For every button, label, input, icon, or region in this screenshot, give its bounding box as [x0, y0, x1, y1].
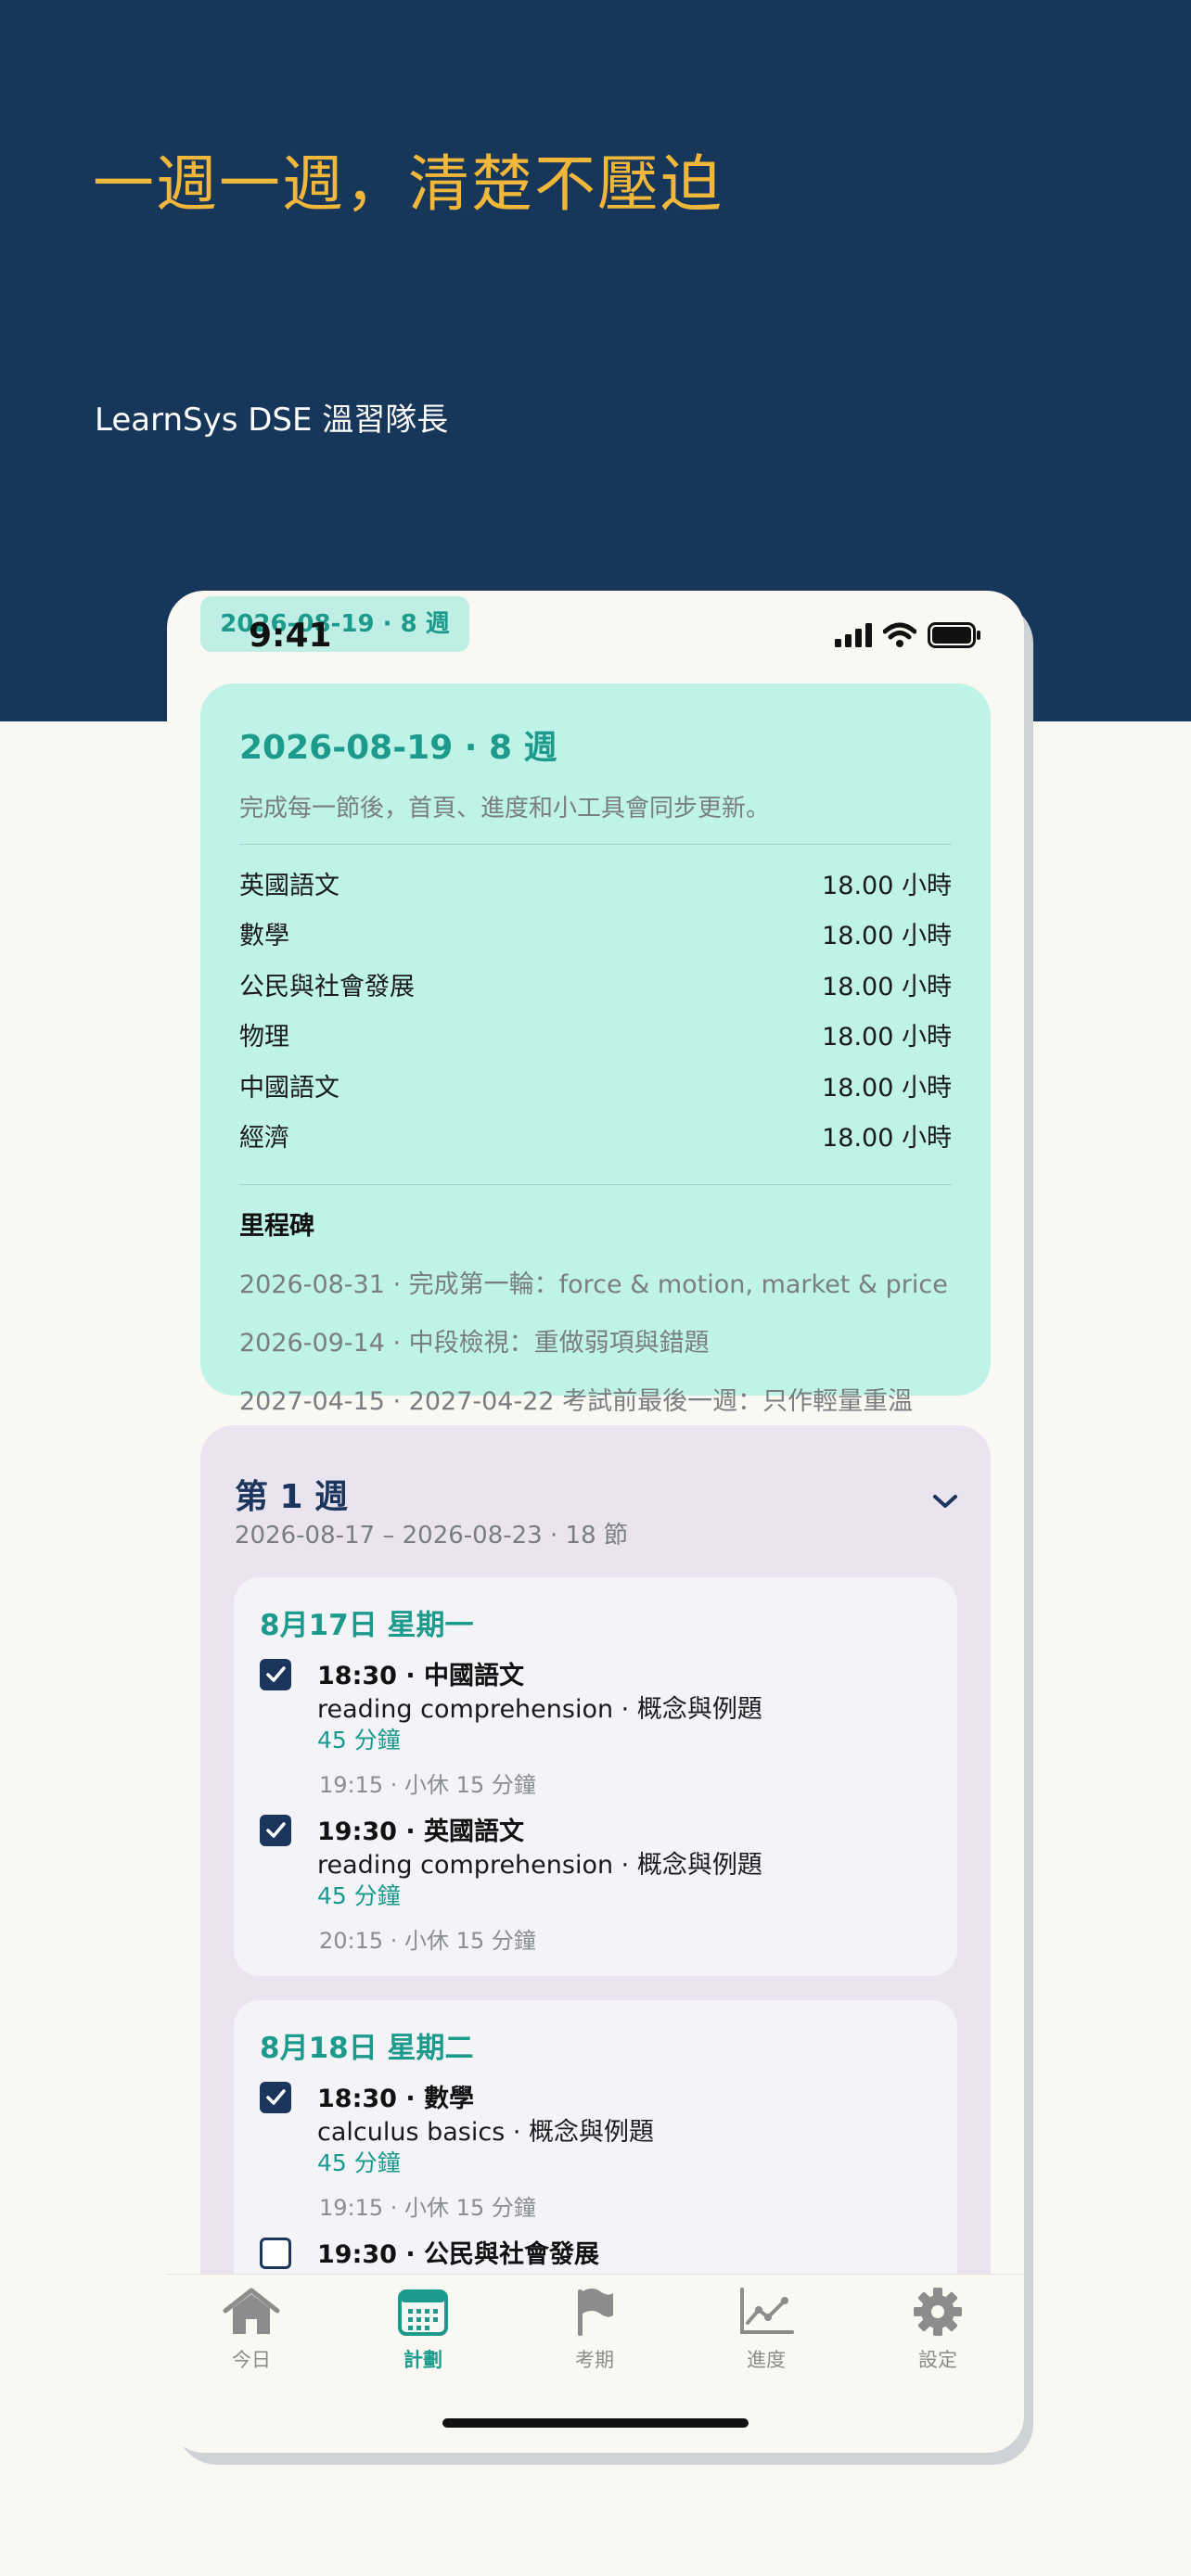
plan-summary-card: 2026-08-19 · 8 週 完成每一節後，首頁、進度和小工具會同步更新。 … — [200, 683, 991, 1416]
session-break: 19:15 · 小休 15 分鐘 — [319, 1772, 536, 1798]
subject-name: 中國語文 — [239, 1073, 339, 1103]
week-title: 第 1 週 — [235, 1478, 349, 1516]
session-item[interactable]: 19:30 · 英國語文 reading comprehension · 概念與… — [260, 1811, 946, 1954]
subject-hours: 18.00 小時 — [822, 1073, 952, 1103]
home-icon — [223, 2288, 280, 2334]
session-topic: reading comprehension · 概念與例題 — [317, 1851, 762, 1880]
tab-settings-label: 設定 — [918, 2349, 957, 2371]
tab-plan[interactable]: 計劃 — [367, 2286, 479, 2373]
tab-bar: 今日 計劃 考期 進度 設定 — [167, 2274, 1024, 2453]
status-time: 9:41 — [249, 617, 332, 655]
chevron-down-icon[interactable] — [931, 1492, 959, 1511]
flag-icon — [578, 2289, 613, 2336]
session-title: 19:30 · 英國語文 — [317, 1817, 525, 1846]
chart-icon — [740, 2288, 794, 2334]
nav-title-pill: 2026-08-19 · 8 週 — [200, 596, 469, 652]
tab-today-label: 今日 — [232, 2349, 271, 2371]
session-item[interactable]: 18:30 · 數學 calculus basics · 概念與例題 45 分鐘… — [260, 2078, 946, 2221]
session-break: 19:15 · 小休 15 分鐘 — [319, 2195, 536, 2221]
subject-hours-list: 英國語文 18.00 小時 數學 18.00 小時 公民與社會發展 18.00 小時 … — [239, 861, 952, 1164]
session-title: 19:30 · 公民與社會發展 — [317, 2240, 600, 2269]
tab-progress-label: 進度 — [747, 2349, 786, 2371]
subject-name: 數學 — [239, 922, 289, 951]
checkmark-icon — [266, 1822, 286, 1838]
session-break: 20:15 · 小休 15 分鐘 — [319, 1928, 536, 1954]
tab-settings[interactable]: 設定 — [882, 2286, 993, 2373]
subject-hours: 18.00 小時 — [822, 972, 952, 1001]
gear-icon — [914, 2288, 962, 2336]
milestone-item: 2026-08-31 · 完成第一輪：force & motion, marke… — [239, 1270, 948, 1300]
divider — [239, 844, 952, 845]
subject-row: 中國語文 18.00 小時 — [239, 1064, 952, 1114]
subject-name: 物理 — [239, 1023, 289, 1052]
status-icons — [835, 622, 981, 648]
hero-subtitle: LearnSys DSE 溫習隊長 — [95, 402, 449, 439]
subject-hours: 18.00 小時 — [822, 1123, 952, 1153]
session-duration: 45 分鐘 — [317, 1882, 401, 1909]
day-title: 8月17日 星期一 — [260, 1609, 474, 1642]
subject-name: 經濟 — [239, 1123, 289, 1153]
session-checkbox[interactable] — [260, 2082, 291, 2113]
session-topic: reading comprehension · 概念與例題 — [317, 1695, 762, 1724]
tab-exam-label: 考期 — [575, 2349, 614, 2371]
milestone-item: 2026-09-14 · 中段檢視：重做弱項與錯題 — [239, 1329, 710, 1358]
session-duration: 45 分鐘 — [317, 2149, 401, 2176]
subject-hours: 18.00 小時 — [822, 922, 952, 951]
subject-row: 數學 18.00 小時 — [239, 912, 952, 962]
subject-row: 英國語文 18.00 小時 — [239, 861, 952, 912]
checkmark-icon — [266, 2089, 286, 2105]
subject-name: 英國語文 — [239, 872, 339, 900]
session-item[interactable]: 18:30 · 中國語文 reading comprehension · 概念與… — [260, 1655, 946, 1798]
day-title: 8月18日 星期二 — [260, 2032, 474, 2065]
milestones-heading: 里程碑 — [239, 1212, 314, 1242]
cellular-signal-icon — [835, 623, 872, 647]
phone-frame: 2026-08-19 · 8 週 9:41 2026-08-19 · 8 週 完… — [167, 591, 1024, 2453]
session-checkbox[interactable] — [260, 1659, 291, 1690]
subject-row: 物理 18.00 小時 — [239, 1013, 952, 1063]
subject-name: 公民與社會發展 — [239, 972, 415, 1001]
battery-icon — [928, 622, 980, 648]
session-checkbox[interactable] — [260, 2238, 291, 2269]
session-topic: calculus basics · 概念與例題 — [317, 2118, 655, 2147]
session-checkbox[interactable] — [260, 1815, 291, 1846]
divider — [239, 1184, 952, 1186]
session-title: 18:30 · 中國語文 — [317, 1662, 525, 1690]
home-indicator — [442, 2418, 749, 2428]
subject-row: 經濟 18.00 小時 — [239, 1114, 952, 1164]
checkmark-icon — [266, 1666, 286, 1682]
milestone-item: 2027-04-15 · 2027-04-22 考試前最後一週：只作輕量重溫 — [239, 1387, 914, 1417]
session-title: 18:30 · 數學 — [317, 2085, 475, 2113]
subject-hours: 18.00 小時 — [822, 1023, 952, 1052]
hero-title: 一週一週，清楚不壓迫 — [93, 148, 724, 220]
session-duration: 45 分鐘 — [317, 1727, 401, 1753]
tab-plan-label: 計劃 — [403, 2349, 442, 2371]
plan-summary-description: 完成每一節後，首頁、進度和小工具會同步更新。 — [239, 795, 771, 823]
tab-progress[interactable]: 進度 — [711, 2286, 822, 2373]
tab-today[interactable]: 今日 — [196, 2286, 307, 2373]
subject-row: 公民與社會發展 18.00 小時 — [239, 963, 952, 1013]
plan-summary-title: 2026-08-19 · 8 週 — [239, 729, 557, 767]
day-card: 8月17日 星期一 18:30 · 中國語文 reading comprehen… — [234, 1577, 957, 1976]
calendar-icon — [398, 2289, 448, 2336]
week-range: 2026-08-17 – 2026-08-23 · 18 節 — [235, 1522, 628, 1549]
wifi-icon — [883, 622, 916, 647]
subject-hours: 18.00 小時 — [822, 872, 952, 900]
tab-exam[interactable]: 考期 — [539, 2286, 650, 2373]
